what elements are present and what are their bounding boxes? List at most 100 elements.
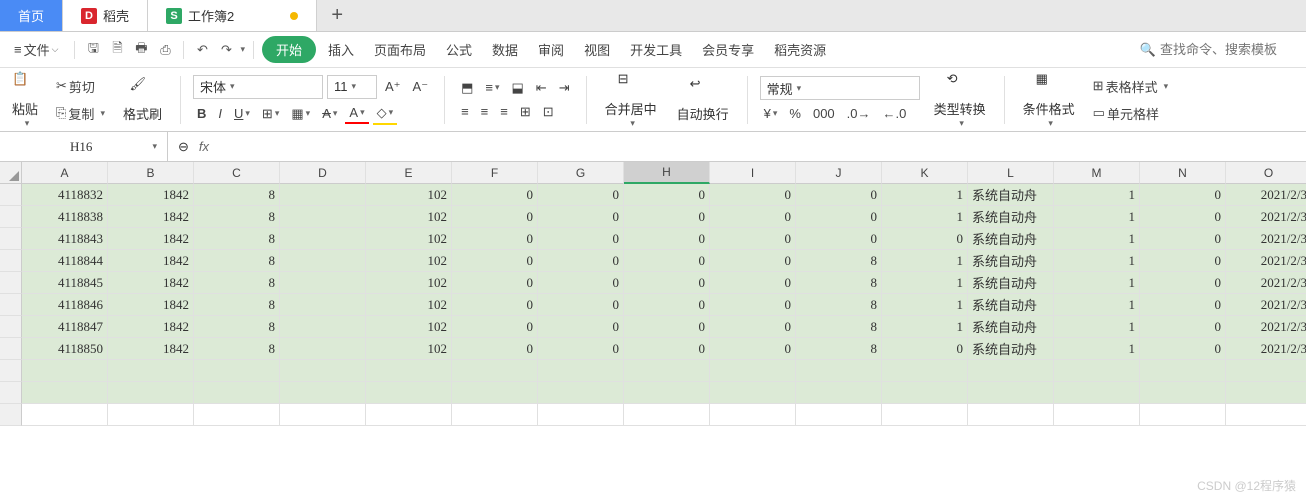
cell[interactable]: [796, 382, 882, 404]
menu-review[interactable]: 审阅: [530, 36, 572, 63]
cell[interactable]: 1: [1054, 206, 1140, 228]
column-header-O[interactable]: O: [1226, 162, 1306, 184]
row-header[interactable]: [0, 338, 22, 360]
cell[interactable]: 102: [366, 228, 452, 250]
fill-pattern-button[interactable]: ▦▾: [287, 104, 314, 124]
cell[interactable]: 2021/2/3: [1226, 338, 1306, 360]
cell[interactable]: 0: [882, 228, 968, 250]
new-tab-button[interactable]: +: [317, 0, 357, 31]
format-painter-button[interactable]: 🖌 格式刷: [117, 74, 168, 125]
print-preview-icon[interactable]: ⎙: [155, 40, 175, 60]
cell[interactable]: 2021/2/3: [1226, 206, 1306, 228]
cell[interactable]: [710, 404, 796, 426]
cell[interactable]: 0: [538, 206, 624, 228]
cell[interactable]: 2021/2/3: [1226, 184, 1306, 206]
underline-button[interactable]: U▾: [230, 104, 254, 123]
indent-right-button[interactable]: ⇥: [555, 78, 574, 98]
cell-format-button[interactable]: ▭单元格样: [1089, 102, 1172, 125]
cell[interactable]: 系统自动舟: [968, 206, 1054, 228]
column-header-B[interactable]: B: [108, 162, 194, 184]
cell[interactable]: 0: [624, 316, 710, 338]
cell[interactable]: [1226, 382, 1306, 404]
cell[interactable]: 0: [710, 272, 796, 294]
cell[interactable]: 1: [1054, 184, 1140, 206]
cell[interactable]: 2021/2/3: [1226, 316, 1306, 338]
percent-button[interactable]: %: [785, 104, 805, 123]
row-header[interactable]: [0, 228, 22, 250]
cell[interactable]: [538, 382, 624, 404]
cell[interactable]: 0: [538, 338, 624, 360]
undo-icon[interactable]: ↶: [192, 40, 212, 60]
cell[interactable]: 2021/2/3: [1226, 294, 1306, 316]
font-size-select[interactable]: 11: [327, 75, 377, 99]
cell[interactable]: 4118850: [22, 338, 108, 360]
cell[interactable]: 8: [796, 272, 882, 294]
column-header-C[interactable]: C: [194, 162, 280, 184]
cell[interactable]: 4118846: [22, 294, 108, 316]
cell[interactable]: 0: [452, 294, 538, 316]
cell[interactable]: 4118845: [22, 272, 108, 294]
cut-button[interactable]: ✂剪切: [52, 75, 109, 98]
cell[interactable]: 0: [624, 206, 710, 228]
cell[interactable]: [366, 404, 452, 426]
cell[interactable]: 1842: [108, 338, 194, 360]
column-header-J[interactable]: J: [796, 162, 882, 184]
copy-button[interactable]: ⎘复制: [52, 102, 109, 125]
cell[interactable]: [366, 382, 452, 404]
cell[interactable]: 2021/2/3: [1226, 250, 1306, 272]
menu-member[interactable]: 会员专享: [694, 36, 762, 63]
cell[interactable]: 1842: [108, 250, 194, 272]
cell[interactable]: [968, 404, 1054, 426]
cell[interactable]: [1226, 404, 1306, 426]
cell[interactable]: 8: [194, 272, 280, 294]
cell[interactable]: [452, 382, 538, 404]
paste-button[interactable]: 📋 粘贴: [6, 69, 44, 131]
save-icon[interactable]: 🖫: [83, 40, 103, 60]
cell[interactable]: 0: [1140, 250, 1226, 272]
cell[interactable]: [280, 382, 366, 404]
cell[interactable]: 8: [796, 316, 882, 338]
cell[interactable]: 0: [452, 206, 538, 228]
cell[interactable]: 2021/2/3: [1226, 228, 1306, 250]
cell[interactable]: [624, 360, 710, 382]
cell[interactable]: 1: [882, 184, 968, 206]
row-header[interactable]: [0, 184, 22, 206]
cell[interactable]: 0: [882, 338, 968, 360]
cell[interactable]: 0: [710, 294, 796, 316]
cell[interactable]: [280, 338, 366, 360]
type-convert-button[interactable]: ⟲ 类型转换: [928, 69, 992, 131]
column-header-K[interactable]: K: [882, 162, 968, 184]
cell[interactable]: 0: [538, 250, 624, 272]
tab-workbook[interactable]: S 工作簿2: [148, 0, 317, 31]
cell[interactable]: [1054, 360, 1140, 382]
cell[interactable]: 0: [624, 294, 710, 316]
cell[interactable]: [22, 404, 108, 426]
cell[interactable]: 8: [194, 294, 280, 316]
cell[interactable]: 系统自动舟: [968, 338, 1054, 360]
cell[interactable]: 系统自动舟: [968, 316, 1054, 338]
fill-color-button[interactable]: ◇▾: [373, 103, 398, 125]
align-middle-button[interactable]: ≡▾: [481, 78, 503, 97]
font-color-button[interactable]: A▾: [345, 103, 368, 124]
cell[interactable]: 1: [882, 294, 968, 316]
cell[interactable]: [1226, 360, 1306, 382]
cell[interactable]: [280, 316, 366, 338]
cell[interactable]: 8: [194, 338, 280, 360]
cell[interactable]: [280, 360, 366, 382]
row-header[interactable]: [0, 316, 22, 338]
column-header-M[interactable]: M: [1054, 162, 1140, 184]
column-header-A[interactable]: A: [22, 162, 108, 184]
cell[interactable]: 1: [1054, 250, 1140, 272]
cell[interactable]: [194, 382, 280, 404]
dropdown-caret-icon[interactable]: ▾: [240, 44, 245, 55]
cell[interactable]: 0: [710, 250, 796, 272]
menu-insert[interactable]: 插入: [320, 36, 362, 63]
name-box[interactable]: H16 ▾: [0, 132, 168, 161]
cell[interactable]: 0: [710, 206, 796, 228]
cell[interactable]: 1842: [108, 206, 194, 228]
cell[interactable]: [280, 228, 366, 250]
cond-format-button[interactable]: ▦ 条件格式: [1017, 69, 1081, 131]
row-header[interactable]: [0, 250, 22, 272]
strikethrough-button[interactable]: A▾: [318, 104, 341, 123]
cell[interactable]: 102: [366, 316, 452, 338]
